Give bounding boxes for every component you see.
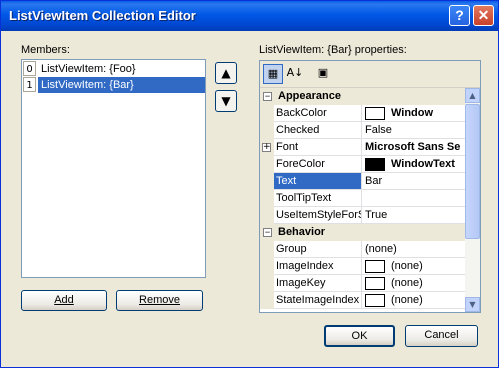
list-item-index: 1 <box>23 77 36 92</box>
collapse-icon[interactable]: − <box>263 92 272 101</box>
property-name: ToolTipText <box>274 190 362 206</box>
property-grid-toolbar: ▦ A↓ ▣ <box>260 61 480 88</box>
property-row-imageindex[interactable]: ImageIndex (none) <box>260 258 465 275</box>
property-name: ImageKey <box>274 275 362 291</box>
image-swatch <box>365 293 385 307</box>
property-value[interactable]: Window <box>363 105 465 121</box>
category-label: Appearance <box>278 90 341 102</box>
property-name: ForeColor <box>274 156 362 172</box>
row-margin <box>260 241 274 258</box>
property-row-group[interactable]: Group (none) <box>260 241 465 258</box>
members-list[interactable]: 0 ListViewItem: {Foo} 1 ListViewItem: {B… <box>21 59 206 278</box>
cancel-button[interactable]: Cancel <box>405 325 478 347</box>
property-row-imagekey[interactable]: ImageKey (none) <box>260 275 465 292</box>
properties-label: ListViewItem: {Bar} properties: <box>259 44 407 56</box>
property-value[interactable]: (none) <box>363 275 465 291</box>
property-value-text: WindowText <box>391 158 455 170</box>
property-value-text: (none) <box>391 294 423 306</box>
property-value-text: (none) <box>391 260 423 272</box>
row-margin <box>260 275 274 292</box>
property-value[interactable]: True <box>363 207 465 223</box>
members-label: Members: <box>21 44 70 56</box>
property-value[interactable]: (none) <box>363 292 465 308</box>
property-pages-icon[interactable]: ▣ <box>313 64 333 84</box>
row-margin <box>260 122 274 139</box>
property-value-text: Window <box>391 107 434 119</box>
property-value[interactable] <box>363 190 465 206</box>
property-row-font[interactable]: + Font Microsoft Sans Se <box>260 139 465 156</box>
row-margin <box>260 173 274 190</box>
ok-button[interactable]: OK <box>324 325 395 347</box>
color-swatch <box>365 157 385 171</box>
property-row-backcolor[interactable]: BackColor Window <box>260 105 465 122</box>
property-name: Checked <box>274 122 362 138</box>
row-margin: + <box>260 139 274 156</box>
row-margin <box>260 258 274 275</box>
color-swatch <box>365 106 385 120</box>
row-margin <box>260 190 274 207</box>
title-bar[interactable]: ListViewItem Collection Editor ? ✕ <box>1 1 498 31</box>
property-row-text[interactable]: Text Bar <box>260 173 465 190</box>
property-grid-scrollbar[interactable]: ▲ ▼ <box>465 88 480 312</box>
property-name: ImageIndex <box>274 258 362 274</box>
collection-editor-window: ListViewItem Collection Editor ? ✕ Membe… <box>0 0 499 368</box>
list-item-index: 0 <box>23 61 36 76</box>
category-label: Behavior <box>278 226 326 238</box>
property-value[interactable]: False <box>363 122 465 138</box>
add-button-label: Add <box>54 294 74 306</box>
remove-button[interactable]: Remove <box>116 290 203 311</box>
move-down-button[interactable]: ▼ <box>215 90 237 112</box>
help-button[interactable]: ? <box>449 5 470 26</box>
category-behavior[interactable]: − Behavior <box>260 224 465 241</box>
property-value[interactable]: Bar <box>363 173 465 189</box>
list-item-label-selected[interactable]: ListViewItem: {Bar} <box>38 77 205 93</box>
property-name-selected: Text <box>274 173 362 189</box>
category-appearance[interactable]: − Appearance <box>260 88 465 105</box>
property-value[interactable]: WindowText <box>363 156 465 172</box>
property-name: Group <box>274 241 362 257</box>
alphabetical-sort-icon[interactable]: A↓ <box>285 64 305 84</box>
property-value[interactable]: (none) <box>363 241 465 257</box>
image-swatch <box>365 259 385 273</box>
add-button[interactable]: Add <box>21 290 107 311</box>
property-name: BackColor <box>274 105 362 121</box>
scroll-up-icon[interactable]: ▲ <box>465 88 480 103</box>
row-margin <box>260 207 274 224</box>
categorized-view-icon[interactable]: ▦ <box>263 64 283 84</box>
row-margin <box>260 292 274 309</box>
expand-icon[interactable]: + <box>262 143 271 152</box>
property-row-tooltiptext[interactable]: ToolTipText <box>260 190 465 207</box>
property-row-stateimageindex[interactable]: StateImageIndex (none) <box>260 292 465 309</box>
move-up-button[interactable]: ▲ <box>215 62 237 84</box>
row-margin <box>260 105 274 122</box>
property-row-checked[interactable]: Checked False <box>260 122 465 139</box>
property-name: StateImageIndex <box>274 292 362 308</box>
property-grid[interactable]: ▦ A↓ ▣ − Appearance BackColor Window Che… <box>259 60 481 313</box>
close-button[interactable]: ✕ <box>473 5 494 26</box>
scroll-thumb[interactable] <box>465 104 480 239</box>
list-item-label[interactable]: ListViewItem: {Foo} <box>38 61 205 77</box>
list-item[interactable]: 0 ListViewItem: {Foo} <box>22 61 205 77</box>
property-name: Font <box>274 139 362 155</box>
row-margin <box>260 156 274 173</box>
arrow-down-icon: ▼ <box>221 94 231 108</box>
scroll-down-icon[interactable]: ▼ <box>465 297 480 312</box>
list-item[interactable]: 1 ListViewItem: {Bar} <box>22 77 205 93</box>
property-row-forecolor[interactable]: ForeColor WindowText <box>260 156 465 173</box>
property-name: UseItemStyleForS <box>276 207 362 223</box>
remove-button-label: Remove <box>139 294 180 306</box>
property-value[interactable]: (none) <box>363 258 465 274</box>
property-value[interactable]: Microsoft Sans Se <box>363 139 465 155</box>
property-row-useitemstyle[interactable]: UseItemStyleForS True <box>260 207 465 224</box>
image-swatch <box>365 276 385 290</box>
arrow-up-icon: ▲ <box>221 66 231 80</box>
collapse-icon[interactable]: − <box>263 228 272 237</box>
window-title: ListViewItem Collection Editor <box>9 8 196 23</box>
property-value-text: (none) <box>391 277 423 289</box>
